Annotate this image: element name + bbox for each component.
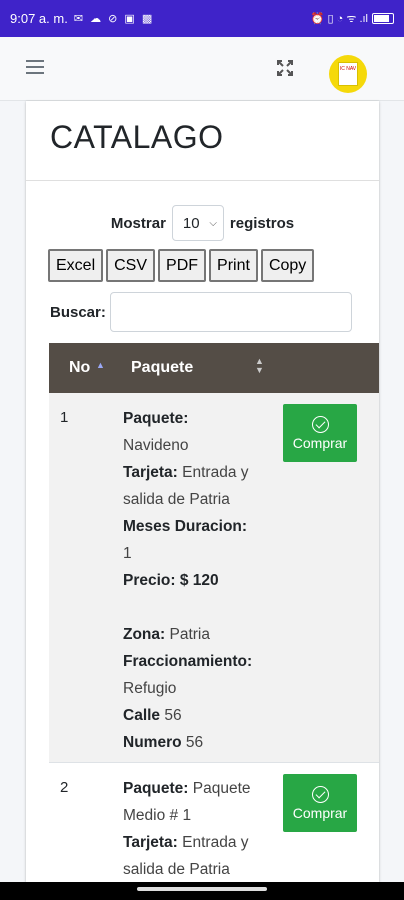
column-header-no[interactable]: No	[69, 359, 90, 377]
comprar-label: Comprar	[292, 434, 348, 451]
page-title: CATALAGO	[50, 119, 224, 155]
table-header: No ▲ Paquete ▲ ▼	[49, 343, 379, 393]
page-length-value: 10	[182, 214, 200, 232]
row-details: Paquete: Paquete Medio # 1 Tarjeta: Entr…	[123, 775, 273, 882]
notification-icons: ✉ ☁ ⊘ ▣ ▩	[73, 13, 155, 25]
catalog-table: No ▲ Paquete ▲ ▼ 1 Paquete: Navideno Tarj…	[49, 343, 379, 882]
navigation-bar	[0, 882, 404, 900]
numero-value: 56	[185, 734, 204, 751]
sort-ascending-icon: ▲	[96, 360, 105, 370]
avatar-image: IC NAV	[338, 62, 358, 86]
system-icons: ⏰ ▯ ◔ ᯤ .ıl	[311, 11, 394, 26]
calle-value: 56	[164, 707, 182, 724]
precio-label: Precio:	[123, 572, 176, 589]
paquete-label: Paquete:	[123, 780, 189, 797]
print-button[interactable]: Print	[209, 249, 258, 282]
battery-icon	[372, 13, 394, 24]
zona-value: Patria	[169, 626, 211, 643]
length-label-before: Mostrar	[110, 214, 166, 232]
status-bar: 9:07 a. m. ✉ ☁ ⊘ ▣ ▩ ⏰ ▯ ◔ ᯤ .ıl	[0, 0, 404, 37]
sort-both-icon: ▲ ▼	[255, 356, 264, 375]
tarjeta-label: Tarjeta:	[123, 834, 178, 851]
column-header-paquete[interactable]: Paquete	[131, 359, 193, 377]
catalog-card: CATALAGO Mostrar 10 ⌵ registros Excel CS…	[26, 101, 379, 882]
paquete-value: Navideno	[123, 437, 189, 454]
tarjeta-label: Tarjeta:	[123, 464, 178, 481]
meses-value: 1	[123, 545, 132, 562]
search-input[interactable]	[109, 292, 352, 332]
row-number: 2	[60, 779, 69, 796]
page-length-select[interactable]: 10 ⌵	[171, 205, 224, 241]
expand-icon[interactable]	[276, 59, 294, 77]
table-row: 2 Paquete: Paquete Medio # 1 Tarjeta: En…	[49, 763, 379, 882]
length-label-after: registros	[229, 214, 295, 232]
csv-button[interactable]: CSV	[106, 249, 156, 282]
copy-button[interactable]: Copy	[260, 249, 315, 282]
status-time: 9:07 a. m.	[10, 11, 68, 26]
excel-button[interactable]: Excel	[48, 249, 104, 282]
table-row: 1 Paquete: Navideno Tarjeta: Entrada y s…	[49, 393, 379, 763]
fraccionamiento-value: Refugio	[123, 680, 177, 697]
comprar-button[interactable]: Comprar	[283, 774, 357, 832]
check-circle-icon	[311, 785, 329, 803]
home-gesture-pill[interactable]	[137, 887, 267, 891]
calle-label: Calle	[123, 707, 161, 724]
comprar-button[interactable]: Comprar	[283, 404, 357, 462]
signal-icons: ⏰ ▯ ◔ ᯤ .ıl	[310, 13, 368, 25]
fraccionamiento-label: Fraccionamiento:	[123, 653, 253, 670]
export-buttons: Excel CSV PDF Print Copy	[48, 249, 315, 282]
pdf-button[interactable]: PDF	[158, 249, 207, 282]
card-header: CATALAGO	[26, 101, 379, 181]
zona-label: Zona:	[123, 626, 166, 643]
top-navbar: IC NAV	[0, 37, 404, 101]
paquete-label: Paquete:	[123, 410, 189, 427]
page-length-control: Mostrar 10 ⌵ registros	[26, 205, 379, 241]
precio-value: $ 120	[179, 572, 219, 589]
search-control: Buscar:	[50, 292, 352, 332]
search-label: Buscar:	[50, 303, 106, 321]
meses-label: Meses Duracion:	[123, 518, 248, 535]
row-number: 1	[60, 409, 69, 426]
chevron-down-icon: ⌵	[209, 217, 217, 229]
user-avatar[interactable]: IC NAV	[329, 55, 367, 93]
hamburger-icon[interactable]	[26, 60, 44, 76]
row-details: Paquete: Navideno Tarjeta: Entrada y sal…	[123, 405, 273, 756]
numero-label: Numero	[123, 734, 182, 751]
check-circle-icon	[311, 415, 329, 433]
comprar-label: Comprar	[292, 804, 348, 821]
